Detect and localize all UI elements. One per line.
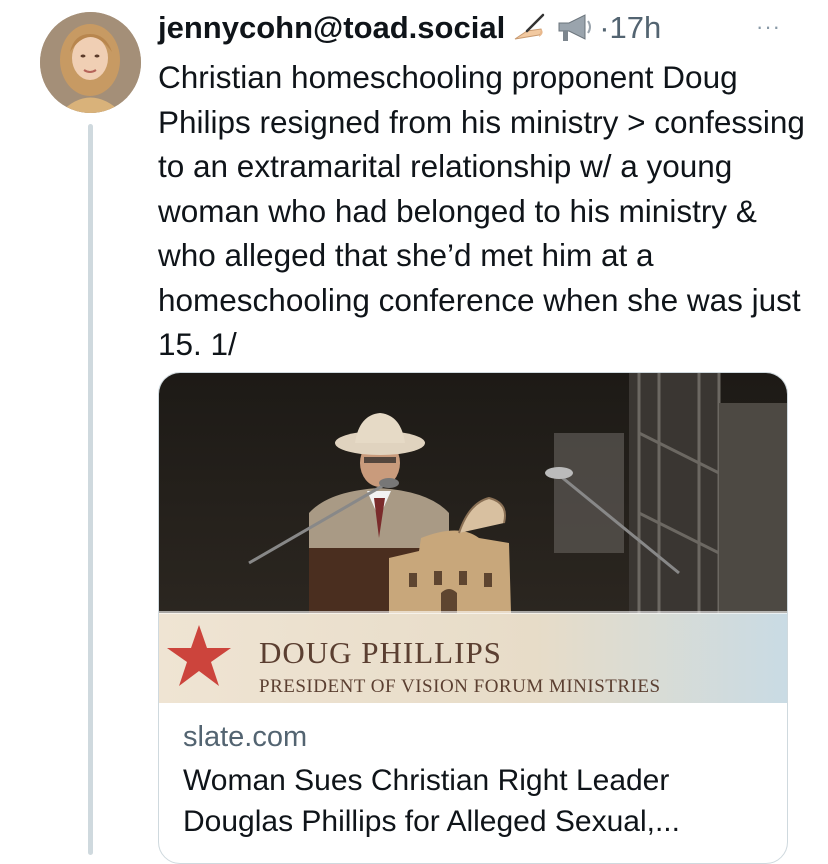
avatar[interactable] <box>40 12 141 113</box>
post-timestamp[interactable]: 17h <box>610 10 662 46</box>
more-options-button[interactable]: ··· <box>756 14 781 40</box>
writing-hand-icon <box>513 13 547 43</box>
author-handle[interactable]: jennycohn@toad.social <box>158 10 505 46</box>
thread-line <box>88 124 93 855</box>
link-card-image[interactable]: DOUG PHILLIPS PRESIDENT OF VISION FORUM … <box>159 373 787 703</box>
link-title[interactable]: Woman Sues Christian Right Leader Dougla… <box>183 760 773 842</box>
link-card[interactable]: DOUG PHILLIPS PRESIDENT OF VISION FORUM … <box>158 372 788 864</box>
link-card-meta: slate.com Woman Sues Christian Right Lea… <box>183 721 773 842</box>
lower-third-subtitle: PRESIDENT OF VISION FORUM MINISTRIES <box>259 676 661 697</box>
post-header: jennycohn@toad.social · 17h <box>158 6 661 50</box>
separator-dot: · <box>599 10 610 45</box>
post-text: Christian homeschooling proponent Doug P… <box>158 59 805 362</box>
lower-third-name: DOUG PHILLIPS <box>259 635 502 670</box>
megaphone-icon <box>555 11 595 45</box>
link-domain[interactable]: slate.com <box>183 721 773 754</box>
